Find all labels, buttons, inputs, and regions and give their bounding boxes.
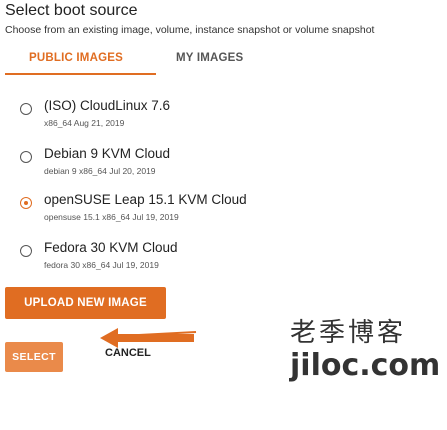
watermark-line1: 老季博客 (290, 318, 407, 348)
image-option-name: (ISO) CloudLinux 7.6 (44, 98, 171, 113)
tab-public-images[interactable]: PUBLIC IMAGES (29, 52, 123, 64)
image-option-fedora[interactable]: Fedora 30 KVM Cloud fedora 30 x86_64 Jul… (0, 240, 447, 284)
tab-my-images[interactable]: MY IMAGES (176, 52, 243, 64)
active-tab-underline (5, 73, 156, 75)
image-option-name: openSUSE Leap 15.1 KVM Cloud (44, 192, 247, 207)
image-option-cloudlinux[interactable]: (ISO) CloudLinux 7.6 x86_64 Aug 21, 2019 (0, 98, 447, 142)
image-option-desc: opensuse 15.1 x86_64 Jul 19, 2019 (44, 212, 179, 222)
image-option-desc: x86_64 Aug 21, 2019 (44, 118, 125, 128)
radio-unchecked-icon[interactable] (20, 151, 32, 163)
watermark-line2: jiloc.com (290, 348, 441, 383)
image-option-desc: fedora 30 x86_64 Jul 19, 2019 (44, 260, 159, 270)
image-option-name: Fedora 30 KVM Cloud (44, 240, 178, 255)
cancel-button[interactable]: CANCEL (105, 347, 151, 359)
page-subtitle: Choose from an existing image, volume, i… (5, 24, 375, 36)
image-option-desc: debian 9 x86_64 Jul 20, 2019 (44, 166, 156, 176)
radio-unchecked-icon[interactable] (20, 103, 32, 115)
image-option-name: Debian 9 KVM Cloud (44, 146, 171, 161)
radio-unchecked-icon[interactable] (20, 245, 32, 257)
image-option-opensuse[interactable]: openSUSE Leap 15.1 KVM Cloud opensuse 15… (0, 192, 447, 236)
page-title: Select boot source (5, 2, 138, 19)
select-button[interactable]: SELECT (5, 342, 63, 372)
left-arrow-icon (100, 328, 197, 348)
radio-checked-icon[interactable] (20, 197, 32, 209)
upload-new-image-button[interactable]: UPLOAD NEW IMAGE (5, 287, 166, 319)
image-option-debian[interactable]: Debian 9 KVM Cloud debian 9 x86_64 Jul 2… (0, 146, 447, 190)
